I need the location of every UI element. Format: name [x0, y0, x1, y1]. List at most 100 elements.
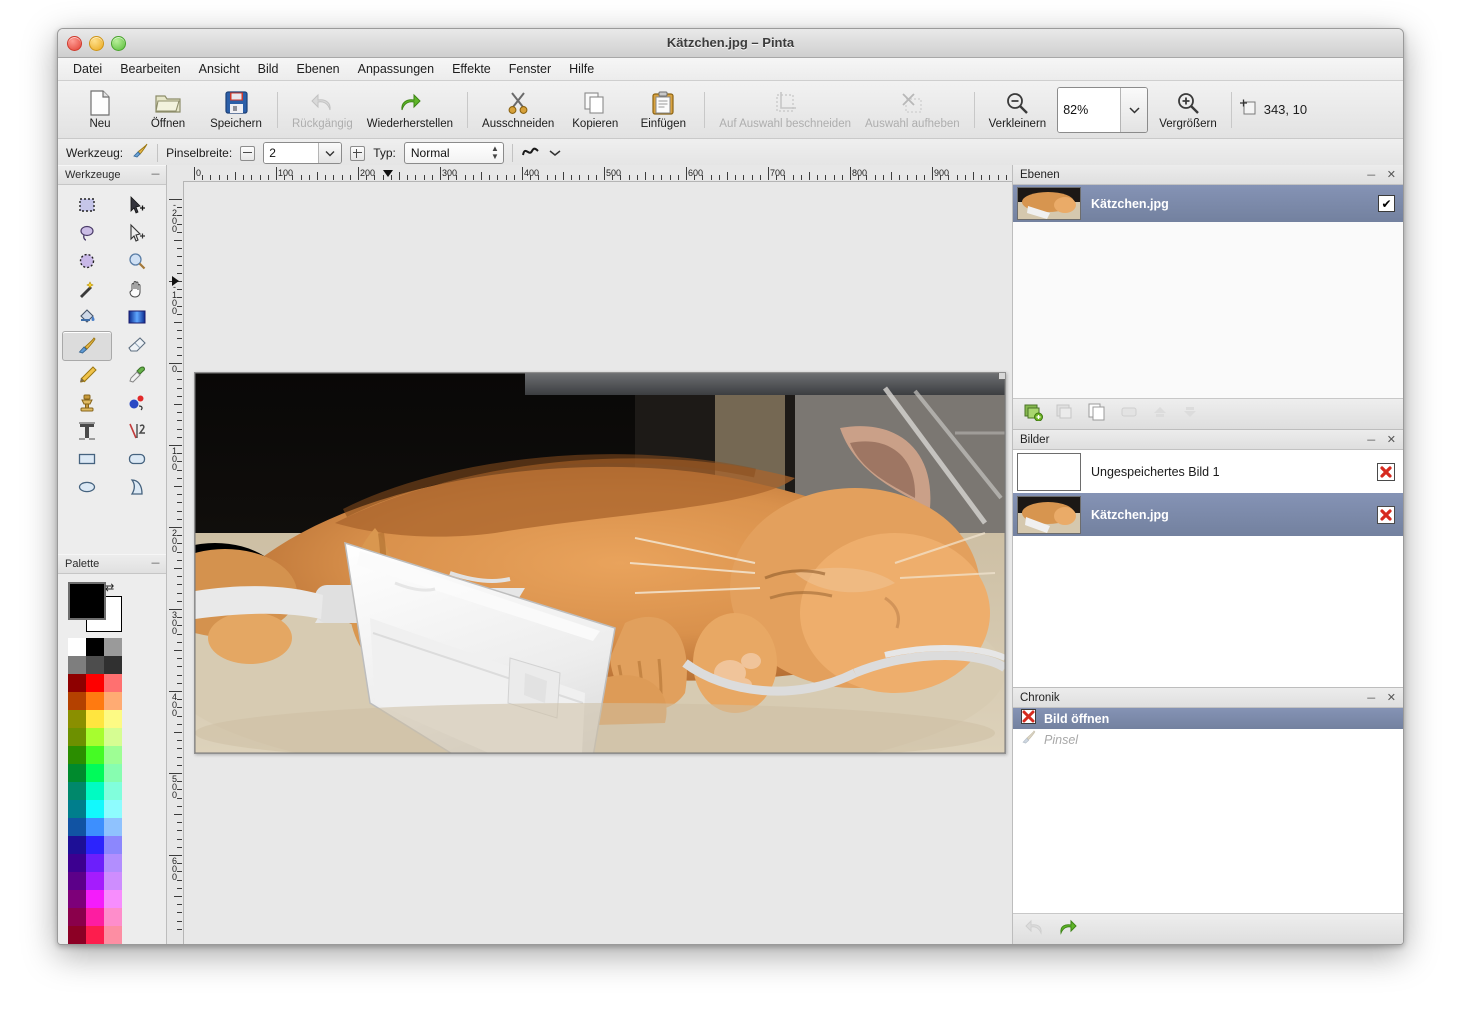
palette-swatch[interactable] [104, 872, 122, 890]
paintbrush-tool[interactable] [62, 331, 112, 361]
history-redo-icon[interactable] [1057, 917, 1079, 942]
layers-list[interactable]: Kätzchen.jpg ✔ [1013, 185, 1403, 398]
cut-button[interactable]: Ausschneiden [475, 84, 561, 135]
delete-layer-icon[interactable] [1055, 403, 1075, 426]
new-button[interactable]: Neu [66, 84, 134, 135]
menu-ebenen[interactable]: Ebenen [288, 60, 349, 78]
menu-bearbeiten[interactable]: Bearbeiten [111, 60, 189, 78]
chevron-down-icon[interactable] [549, 144, 561, 162]
text-tool[interactable] [62, 417, 112, 445]
chevron-down-icon[interactable] [1120, 87, 1148, 132]
chevron-down-icon[interactable] [318, 143, 342, 163]
layer-visibility-checkbox[interactable]: ✔ [1378, 195, 1395, 212]
add-layer-icon[interactable] [1023, 403, 1043, 426]
palette-swatch[interactable] [68, 710, 86, 728]
crop-to-selection-button[interactable]: Auf Auswahl beschneiden [712, 84, 858, 135]
zoom-out-button[interactable]: Verkleinern [982, 84, 1054, 135]
canvas-viewport[interactable] [184, 182, 1012, 944]
palette-swatch[interactable] [104, 926, 122, 944]
palette-swatch[interactable] [104, 746, 122, 764]
palette-swatch[interactable] [104, 836, 122, 854]
minimize-icon[interactable]: － [150, 169, 161, 181]
brush-width-increase-button[interactable] [350, 145, 366, 161]
menu-effekte[interactable]: Effekte [443, 60, 500, 78]
image-canvas[interactable] [194, 372, 1006, 754]
paste-button[interactable]: Einfügen [629, 84, 697, 135]
palette-swatch[interactable] [86, 728, 104, 746]
menu-anpassungen[interactable]: Anpassungen [349, 60, 443, 78]
palette-swatch[interactable] [86, 800, 104, 818]
palette-swatch[interactable] [104, 854, 122, 872]
palette-swatch[interactable] [68, 818, 86, 836]
minimize-icon[interactable]: － [1366, 690, 1377, 706]
close-icon[interactable]: ✕ [1387, 433, 1396, 446]
palette-swatch[interactable] [68, 656, 86, 674]
deselect-button[interactable]: Auswahl aufheben [858, 84, 967, 135]
duplicate-layer-icon[interactable] [1087, 403, 1107, 426]
palette-swatch[interactable] [86, 926, 104, 944]
palette-swatch[interactable] [86, 674, 104, 692]
eraser-tool[interactable] [112, 331, 162, 359]
save-button[interactable]: Speichern [202, 84, 270, 135]
palette-swatch[interactable] [86, 818, 104, 836]
palette-swatch[interactable] [104, 908, 122, 926]
close-icon[interactable]: ✕ [1387, 691, 1396, 704]
palette-swatch[interactable] [86, 890, 104, 908]
table-row[interactable]: Kätzchen.jpg ✔ [1013, 185, 1403, 222]
palette-swatch[interactable] [68, 746, 86, 764]
palette-swatch[interactable] [104, 638, 122, 656]
recolor-tool[interactable] [112, 389, 162, 417]
palette-swatch[interactable] [68, 908, 86, 926]
minimize-icon[interactable]: － [150, 558, 161, 570]
palette-swatch[interactable] [86, 656, 104, 674]
open-button[interactable]: Öffnen [134, 84, 202, 135]
gradient-tool[interactable] [112, 303, 162, 331]
move-layer-down-icon[interactable] [1181, 403, 1199, 426]
palette-swatch[interactable] [68, 836, 86, 854]
palette-swatch[interactable] [86, 872, 104, 890]
canvas-resize-handle[interactable] [998, 373, 1005, 380]
minimize-icon[interactable]: － [1366, 432, 1377, 448]
palette-swatch[interactable] [86, 836, 104, 854]
freeform-shape-tool[interactable] [112, 473, 162, 501]
color-picker-tool[interactable] [112, 361, 162, 389]
palette-swatch[interactable] [104, 710, 122, 728]
swap-colors-icon[interactable]: ⇄ [105, 581, 114, 594]
table-row[interactable]: Ungespeichertes Bild 1 [1013, 450, 1403, 493]
minimize-icon[interactable]: － [1366, 167, 1377, 183]
rounded-rectangle-tool[interactable] [112, 445, 162, 473]
ellipse-tool[interactable] [62, 473, 112, 501]
images-list[interactable]: Ungespeichertes Bild 1 Kätzchen.jpg [1013, 450, 1403, 687]
pan-tool[interactable] [112, 275, 162, 303]
menu-bild[interactable]: Bild [249, 60, 288, 78]
palette-swatch[interactable] [68, 872, 86, 890]
palette-swatch[interactable] [104, 800, 122, 818]
primary-color-swatch[interactable] [68, 582, 106, 620]
palette-swatch[interactable] [86, 782, 104, 800]
palette-swatch[interactable] [104, 728, 122, 746]
close-red-icon[interactable] [1377, 462, 1395, 481]
palette-swatch[interactable] [86, 746, 104, 764]
table-row[interactable]: Kätzchen.jpg [1013, 493, 1403, 536]
lasso-select-tool[interactable] [62, 219, 112, 247]
palette-swatch[interactable] [86, 908, 104, 926]
palette-swatch[interactable] [68, 674, 86, 692]
line-curve-tool[interactable] [112, 417, 162, 445]
palette-swatch[interactable] [104, 674, 122, 692]
menu-ansicht[interactable]: Ansicht [190, 60, 249, 78]
palette-swatch[interactable] [68, 926, 86, 944]
merge-layer-down-icon[interactable] [1119, 403, 1139, 426]
palette-swatch[interactable] [104, 890, 122, 908]
palette-swatch[interactable] [68, 638, 86, 656]
list-item[interactable]: Pinsel [1013, 729, 1403, 750]
redo-button[interactable]: Wiederherstellen [360, 84, 460, 135]
rectangle-tool[interactable] [62, 445, 112, 473]
palette-swatch[interactable] [104, 782, 122, 800]
menu-hilfe[interactable]: Hilfe [560, 60, 603, 78]
clone-stamp-tool[interactable] [62, 389, 112, 417]
palette-swatch[interactable] [104, 818, 122, 836]
palette-swatch[interactable] [104, 656, 122, 674]
palette-swatch[interactable] [68, 800, 86, 818]
move-selection-tool[interactable] [112, 219, 162, 247]
palette-swatch[interactable] [104, 764, 122, 782]
